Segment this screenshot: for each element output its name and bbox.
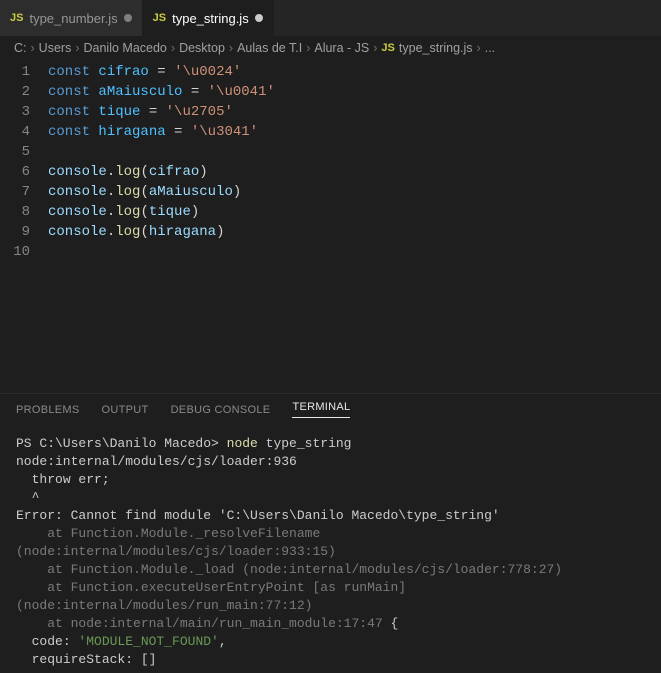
terminal-stack: at node:internal/main/run_main_module:17… (16, 615, 645, 633)
chevron-right-icon: › (31, 41, 35, 55)
tab-type-number[interactable]: JS type_number.js (0, 0, 143, 36)
terminal-line: ^ (16, 489, 645, 507)
terminal-line: PS C:\Users\Danilo Macedo> node type_str… (16, 435, 645, 453)
chevron-right-icon: › (75, 41, 79, 55)
terminal-stack: at Function.Module._load (node:internal/… (16, 561, 645, 579)
js-file-icon: JS (381, 42, 394, 54)
terminal[interactable]: PS C:\Users\Danilo Macedo> node type_str… (0, 425, 661, 673)
code-content[interactable]: const cifrao = '\u0024' const aMaiusculo… (48, 62, 661, 262)
terminal-stack: at Function.Module._resolveFilename (nod… (16, 525, 645, 561)
chevron-right-icon: › (171, 41, 175, 55)
dirty-dot-icon (255, 14, 263, 22)
tab-bar: JS type_number.js JS type_string.js (0, 0, 661, 36)
breadcrumb-part: Danilo Macedo (84, 41, 167, 55)
panel-tab-output[interactable]: OUTPUT (102, 404, 149, 416)
tab-label: type_number.js (29, 11, 117, 26)
editor-empty-area[interactable] (0, 262, 661, 393)
breadcrumb[interactable]: C:› Users› Danilo Macedo› Desktop› Aulas… (0, 36, 661, 60)
terminal-error: Error: Cannot find module 'C:\Users\Dani… (16, 507, 645, 525)
chevron-right-icon: › (229, 41, 233, 55)
tab-type-string[interactable]: JS type_string.js (143, 0, 274, 36)
panel-tab-bar: PROBLEMS OUTPUT DEBUG CONSOLE TERMINAL (0, 393, 661, 425)
chevron-right-icon: › (306, 41, 310, 55)
terminal-stack: at Function.executeUserEntryPoint [as ru… (16, 579, 645, 615)
breadcrumb-part: Aulas de T.I (237, 41, 302, 55)
dirty-dot-icon (124, 14, 132, 22)
breadcrumb-file: type_string.js (399, 41, 473, 55)
code-editor[interactable]: 1 2 3 4 5 6 7 8 9 10 const cifrao = '\u0… (0, 60, 661, 262)
js-file-icon: JS (10, 12, 23, 24)
panel-tab-problems[interactable]: PROBLEMS (16, 404, 80, 416)
breadcrumb-part: Desktop (179, 41, 225, 55)
terminal-line: throw err; (16, 471, 645, 489)
breadcrumb-tail: ... (485, 41, 495, 55)
terminal-line: node:internal/modules/cjs/loader:936 (16, 453, 645, 471)
tab-label: type_string.js (172, 11, 249, 26)
breadcrumb-part: Alura - JS (314, 41, 369, 55)
chevron-right-icon: › (373, 41, 377, 55)
terminal-line: requireStack: [] (16, 651, 645, 669)
js-file-icon: JS (153, 12, 166, 24)
terminal-line: code: 'MODULE_NOT_FOUND', (16, 633, 645, 651)
chevron-right-icon: › (477, 41, 481, 55)
breadcrumb-part: Users (39, 41, 72, 55)
breadcrumb-part: C: (14, 41, 27, 55)
panel-tab-terminal[interactable]: TERMINAL (292, 401, 350, 418)
line-gutter: 1 2 3 4 5 6 7 8 9 10 (0, 62, 48, 262)
panel-tab-debug-console[interactable]: DEBUG CONSOLE (171, 404, 271, 416)
